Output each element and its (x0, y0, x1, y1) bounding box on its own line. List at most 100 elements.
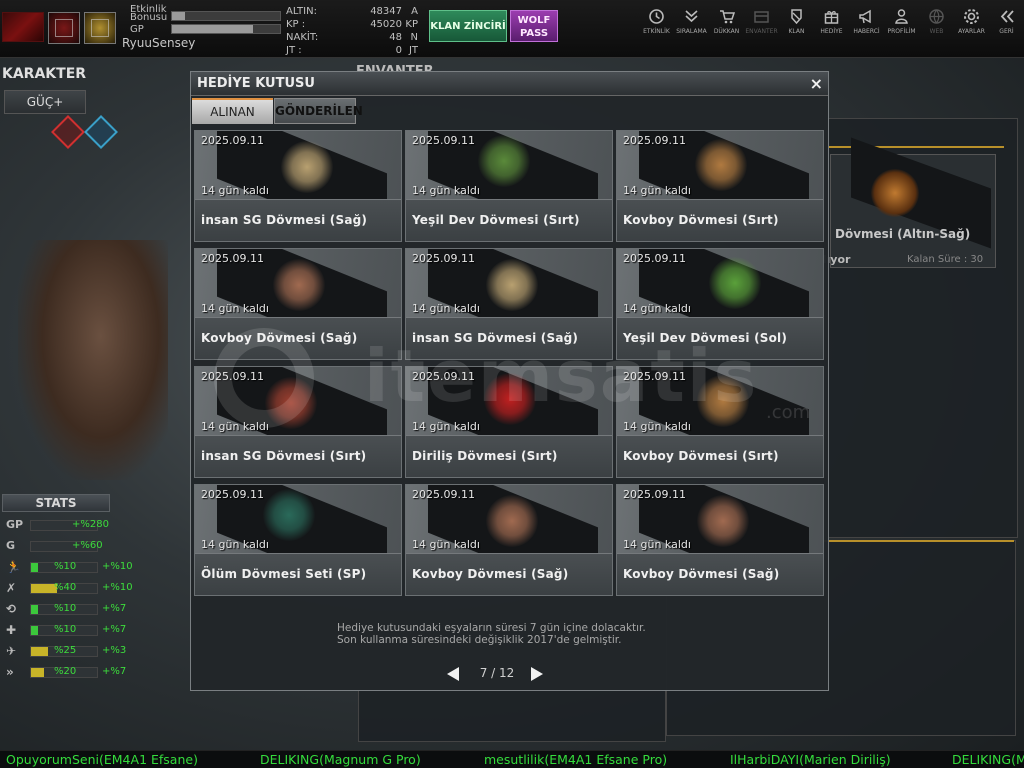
run-icon: 🏃 (6, 560, 21, 574)
green-giant-icon (478, 135, 530, 187)
megaphone-icon (859, 9, 871, 24)
clan-badge (84, 12, 116, 44)
ticker-item: IlHarbiDAYI(Marien Diriliş) (730, 752, 891, 767)
next-page-icon[interactable] (531, 667, 543, 681)
nav-rank[interactable]: SIRALAMA (674, 6, 709, 42)
reaper-icon (263, 489, 315, 541)
gift-box-dialog: HEDİYE KUTUSU × ALINAN GÖNDERİLEN 2025.0… (190, 71, 829, 691)
nav-back[interactable]: GERİ (989, 6, 1024, 42)
currency-row: JT :0 JT (286, 45, 418, 56)
gift-item-date: 2025.09.11 (412, 370, 475, 383)
gp-bar (171, 24, 281, 34)
gift-item-days-left: 14 gün kaldı (623, 302, 691, 315)
gift-item[interactable]: 2025.09.11 14 gün kaldı insan SG Dövmesi (… (194, 130, 402, 242)
stat-value: %10 (54, 603, 77, 614)
gift-item-date: 2025.09.11 (412, 488, 475, 501)
gift-item[interactable]: 2025.09.11 14 gün kaldı Kovboy Dövmesi (Sı… (616, 130, 824, 242)
ticker-item: mesutlilik(EM4A1 Efsane Pro) (484, 752, 668, 767)
expiry-info-line1: Hediye kutusundaki eşyaların süresi 7 gü… (337, 622, 646, 634)
wolf-pass-button[interactable]: WOLF PASS (510, 10, 558, 42)
nav-cart[interactable]: DÜKKAN (709, 6, 744, 42)
ticker-item: DELIKING(M (952, 752, 1024, 767)
nav-gear[interactable]: AYARLAR (954, 6, 989, 42)
cowboy-skull-icon (486, 495, 538, 547)
dash-icon: » (6, 665, 14, 679)
gift-item[interactable]: 2025.09.11 14 gün kaldı Kovboy Dövmesi (Sa… (194, 248, 402, 360)
power-up-button[interactable]: GÜÇ+ (4, 90, 86, 114)
nav-megaphone[interactable]: HABERCİ (849, 6, 884, 42)
gift-item[interactable]: 2025.09.11 14 gün kaldı Kovboy Dövmesi (Sı… (616, 366, 824, 478)
stat-row: ✗ %40 +%10 (2, 579, 133, 597)
gift-item-days-left: 14 gün kaldı (623, 420, 691, 433)
stat-row: » %20 +%7 (2, 663, 132, 681)
clan-chain-button[interactable]: KLAN ZİNCİRİ (429, 10, 507, 42)
skill-blue-icon[interactable] (84, 115, 118, 149)
cart-icon (720, 10, 735, 24)
stat-bonus: +%10 (102, 561, 133, 572)
gift-item[interactable]: 2025.09.11 14 gün kaldı Yeşil Dev Dövmesi … (616, 248, 824, 360)
globe-icon (929, 9, 944, 24)
gift-item-name: Yeşil Dev Dövmesi (Sırt) (412, 213, 580, 227)
gift-item-days-left: 14 gün kaldı (201, 302, 269, 315)
nav-label: GERİ (999, 28, 1014, 35)
gift-item[interactable]: 2025.09.11 14 gün kaldı Kovboy Dövmesi (Sa… (405, 484, 613, 596)
stat-label: G (6, 539, 16, 552)
nav-clan[interactable]: KLAN (779, 6, 814, 42)
stat-row: ✈ %25 +%3 (2, 642, 132, 660)
stat-value: +%60 (72, 540, 103, 551)
gift-item[interactable]: 2025.09.11 14 gün kaldı insan SG Dövmesi (… (405, 248, 613, 360)
ticker-item: OpuyorumSeni(EM4A1 Efsane) (6, 752, 198, 767)
page-indicator: 7 / 12 (479, 666, 515, 680)
back-icon (1000, 10, 1014, 23)
gift-item-date: 2025.09.11 (201, 488, 264, 501)
stat-value: %25 (54, 645, 77, 656)
gift-item-date: 2025.09.11 (623, 252, 686, 265)
gift-item-name: insan SG Dövmesi (Sırt) (201, 449, 367, 463)
gift-item[interactable]: 2025.09.11 14 gün kaldı Yeşil Dev Dövmesi … (405, 130, 613, 242)
skill-red-icon[interactable] (51, 115, 85, 149)
stat-bonus: +%3 (102, 645, 127, 656)
gift-icon (824, 11, 839, 24)
tab-sent[interactable]: GÖNDERİLEN (274, 98, 363, 124)
wolf-pass-line2: PASS (519, 28, 549, 39)
green-giant-icon (709, 257, 761, 309)
event-bonus-bar (171, 11, 281, 21)
gift-item-name: Kovboy Dövmesi (Sırt) (623, 449, 779, 463)
stat-value: %40 (54, 582, 77, 593)
gift-item-days-left: 14 gün kaldı (201, 538, 269, 551)
gift-item[interactable]: 2025.09.11 14 gün kaldı insan SG Dövmesi (… (194, 366, 402, 478)
gift-item-name: Kovboy Dövmesi (Sağ) (201, 331, 358, 345)
gift-item[interactable]: 2025.09.11 14 gün kaldı Ölüm Dövmesi Seti … (194, 484, 402, 596)
gift-item-name: Kovboy Dövmesi (Sağ) (623, 567, 780, 581)
stat-label: GP (6, 518, 24, 531)
nav-globe[interactable]: WEB (919, 6, 954, 42)
close-icon[interactable]: × (810, 74, 823, 93)
stat-bonus: +%7 (102, 666, 127, 677)
nav-inventory[interactable]: ENVANTER (744, 6, 779, 42)
nav-profile[interactable]: PROFİLİM (884, 6, 919, 42)
stat-value: %10 (54, 561, 77, 572)
rank-icon (685, 10, 698, 23)
gift-item-days-left: 14 gün kaldı (412, 184, 480, 197)
gift-item[interactable]: 2025.09.11 14 gün kaldı Diriliş Dövmesi (S… (405, 366, 613, 478)
stat-bonus: +%10 (102, 582, 133, 593)
sg-emblem-icon (486, 259, 538, 311)
cowboy-skull-icon (695, 139, 747, 191)
stat-value: +%280 (72, 519, 109, 530)
sg-emblem-icon (281, 141, 333, 193)
stat-bonus: +%7 (102, 603, 127, 614)
nav-clock[interactable]: ETKİNLİK (639, 6, 674, 42)
gift-item-name: Kovboy Dövmesi (Sağ) (412, 567, 569, 581)
inventory-item-card[interactable]: Dövmesi (Altın-Sağ) ılıyor Kalan Süre : … (819, 137, 996, 268)
gift-item-name: Diriliş Dövmesi (Sırt) (412, 449, 558, 463)
gear-icon (964, 9, 979, 24)
prev-page-icon[interactable] (447, 667, 459, 681)
username: RyuuSensey (122, 36, 196, 50)
nav-gift[interactable]: HEDİYE (814, 6, 849, 42)
gift-item[interactable]: 2025.09.11 14 gün kaldı Kovboy Dövmesi (Sa… (616, 484, 824, 596)
gift-item-date: 2025.09.11 (201, 370, 264, 383)
pagination: 7 / 12 (443, 664, 553, 684)
tab-received[interactable]: ALINAN (192, 98, 273, 124)
stat-row: G +%60 (2, 537, 132, 555)
wolf-pass-line1: WOLF (517, 15, 551, 26)
